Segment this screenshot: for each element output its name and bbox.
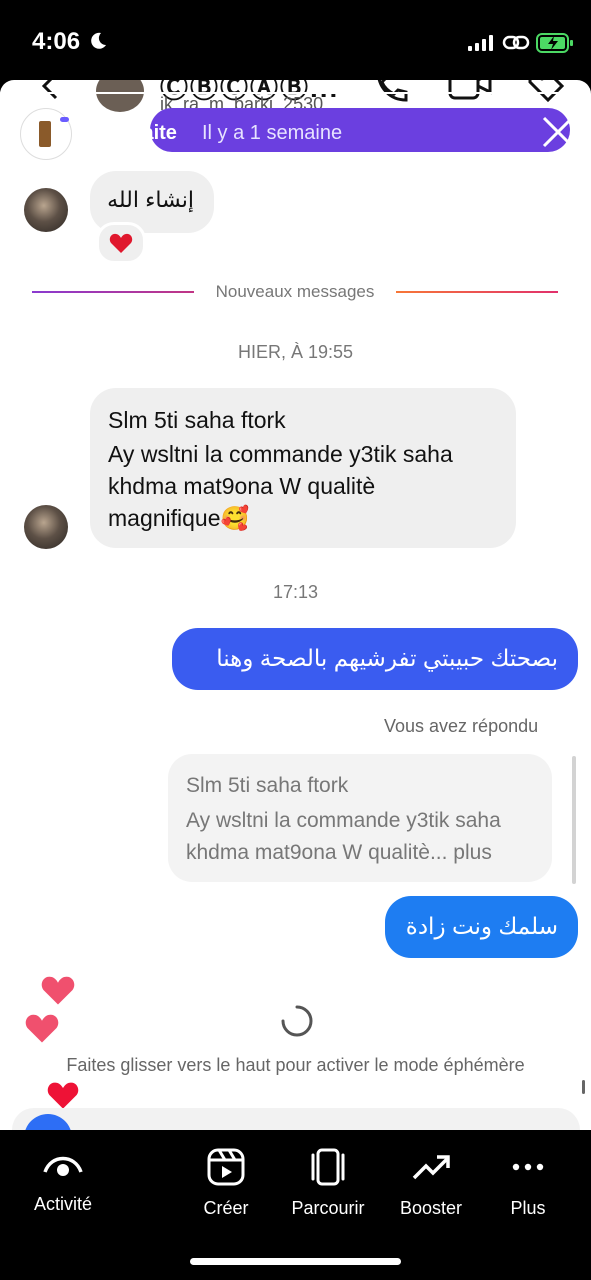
nav-label: Booster (399, 1198, 463, 1218)
separator-line-right (396, 291, 558, 293)
quote-line: Slm 5ti saha ftork (186, 774, 349, 797)
nav-more[interactable]: Plus (473, 1148, 583, 1219)
quoted-message[interactable]: Slm 5ti saha ftork Ay wsltni la commande… (168, 754, 552, 882)
personal-hotspot-icon (502, 35, 530, 50)
timestamp: 17:13 (272, 582, 319, 602)
outgoing-message-bubble[interactable]: سلمك ونت زادة (385, 896, 578, 958)
floating-heart-icon (25, 1014, 59, 1043)
more-dots-icon (512, 1163, 544, 1171)
message-line: magnifique🥰 (108, 505, 250, 531)
tag-label-icon[interactable] (526, 80, 566, 108)
message-reaction[interactable] (96, 222, 146, 264)
nav-label: Parcourir (291, 1198, 365, 1218)
nav-boost[interactable]: Booster (376, 1148, 486, 1219)
nav-label: Créer (203, 1198, 249, 1218)
loading-spinner-icon (281, 1005, 313, 1037)
nav-label: Activité (33, 1194, 93, 1214)
home-indicator[interactable] (190, 1258, 401, 1265)
message-text: إنشاء الله (107, 187, 194, 212)
scrollbar[interactable] (582, 1080, 585, 1094)
message-line: khdma mat9ona W qualitè (108, 473, 376, 499)
status-bar: 4:06 (0, 0, 591, 80)
replied-label: Vous avez répondu (384, 716, 539, 736)
header-divider (0, 92, 580, 94)
browse-pages-icon (311, 1148, 345, 1186)
new-messages-separator: Nouveaux messages (215, 282, 375, 301)
status-time: 4:06 (32, 28, 81, 55)
message-text: سلمك ونت زادة (405, 913, 558, 939)
outgoing-message-bubble[interactable]: بصحتك حبيبتي تفرشيهم بالصحة وهنا (172, 628, 578, 690)
boost-trend-icon (412, 1155, 450, 1180)
contact-avatar[interactable] (24, 505, 68, 549)
chat-sheet: ⒸⒷⒸⒶⒷ... ik_ra_m_barki_2530 Satisfaite I… (0, 80, 591, 1130)
timestamp: HIER, À 19:55 (237, 342, 354, 362)
toast-time: Il y a 1 semaine (202, 122, 343, 144)
nav-browse[interactable]: Parcourir (273, 1148, 383, 1219)
activity-eye-icon (43, 1156, 83, 1176)
contact-avatar[interactable] (24, 188, 68, 232)
reels-create-icon (207, 1148, 245, 1186)
battery-charging-icon (536, 33, 573, 53)
separator-line-left (32, 291, 194, 293)
nav-label: Plus (510, 1198, 546, 1218)
product-jar-image (39, 121, 51, 147)
toast-unread-dot (60, 117, 69, 122)
toast-title[interactable]: Satisfaite (88, 122, 177, 145)
vanish-mode-hint: Faites glisser vers le haut pour activer… (66, 1055, 525, 1075)
floating-heart-icon (47, 1082, 79, 1109)
quote-line: khdma mat9ona W qualitè... plus (186, 841, 492, 864)
nav-create[interactable]: Créer (171, 1148, 281, 1219)
toast-thumbnail[interactable] (20, 108, 72, 160)
floating-heart-icon (41, 976, 75, 1005)
message-text: بصحتك حبيبتي تفرشيهم بالصحة وهنا (216, 645, 558, 671)
message-line: Slm 5ti saha ftork (108, 407, 286, 433)
header-avatar[interactable] (96, 80, 144, 112)
message-composer[interactable] (12, 1108, 580, 1130)
cellular-signal-icon (468, 35, 493, 51)
message-line: Ay wsltni la commande y3tik saha (108, 441, 453, 467)
do-not-disturb-moon-icon (91, 32, 106, 49)
heart-reaction-icon (109, 233, 133, 253)
nav-activity[interactable]: Activité (8, 1148, 118, 1215)
close-icon[interactable] (540, 114, 576, 150)
quote-line: Ay wsltni la commande y3tik saha (186, 809, 501, 832)
incoming-message-bubble[interactable]: Slm 5ti saha ftork Ay wsltni la commande… (90, 388, 516, 548)
scrollbar[interactable] (572, 756, 576, 884)
back-chevron-icon[interactable] (38, 80, 62, 102)
